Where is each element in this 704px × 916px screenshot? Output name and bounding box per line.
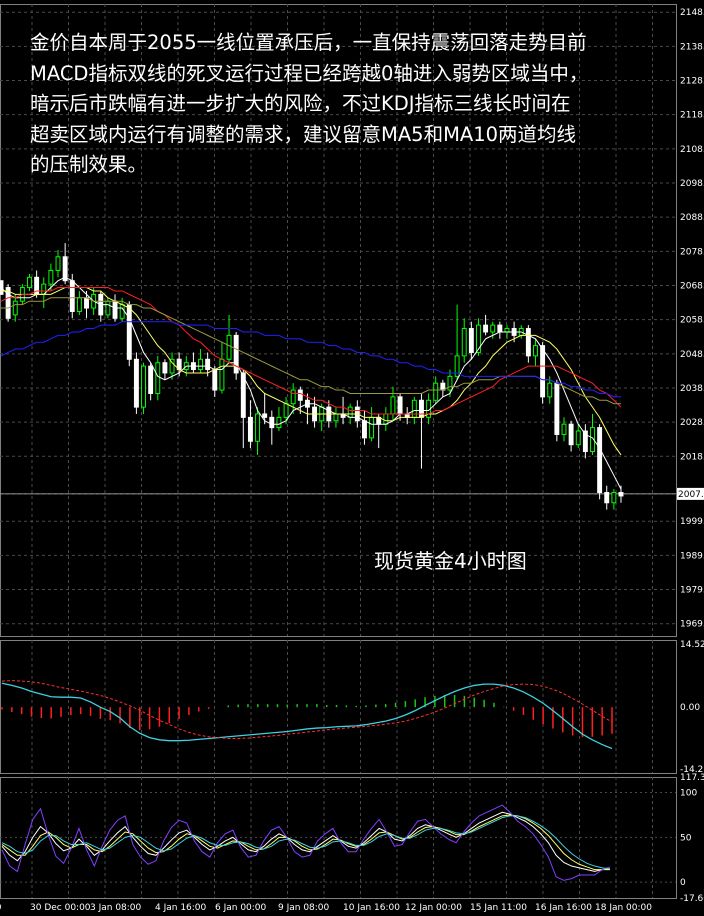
candle-body: [48, 269, 54, 285]
candle-body: [247, 416, 253, 442]
candle-body: [411, 399, 417, 418]
x-axis-tick: 30 Dec 00:00: [30, 903, 91, 913]
kdj-axis-tick: 100: [680, 789, 697, 799]
x-axis-tick: 15 Jan 11:00: [470, 903, 527, 913]
candle-body: [561, 423, 567, 435]
candle-body: [604, 492, 610, 504]
price-axis-tick: 2138.6: [680, 42, 704, 52]
candle-body: [55, 256, 61, 271]
candle-body: [333, 413, 339, 422]
candle-body: [504, 328, 510, 333]
candle-body: [490, 324, 496, 333]
candle-body: [611, 492, 617, 504]
candle-body: [112, 300, 118, 319]
price-axis-tick: 2128.6: [680, 77, 704, 87]
candle-body: [12, 300, 18, 316]
candle-body: [276, 416, 282, 429]
candle-body: [219, 358, 225, 391]
price-axis-tick: 1969.6: [680, 620, 704, 630]
x-axis-tick: 18 Jan 00:00: [595, 903, 652, 913]
x-axis-tick: 9 Jan 08:00: [278, 903, 330, 913]
candle-body: [105, 300, 111, 316]
x-axis-tick: 16 Jan 16:00: [535, 903, 592, 913]
candle-body: [361, 420, 367, 439]
candle-body: [347, 406, 353, 418]
candle-body: [205, 358, 211, 371]
candle-body: [133, 358, 139, 408]
candle-body: [269, 416, 275, 429]
candle-body: [198, 358, 203, 371]
price-axis-tick: 1999.6: [680, 517, 704, 527]
price-axis-tick: 2108.6: [680, 145, 704, 155]
candle-body: [547, 382, 553, 398]
candle-body: [461, 328, 467, 357]
analysis-comment: 金价自本周于2055一线位置承压后，一直保持震荡回落走势目前 MACD指标双线的…: [30, 31, 589, 176]
candle-body: [226, 334, 232, 360]
candle-body: [483, 324, 489, 333]
macd-axis-tick: 14.52: [680, 640, 704, 650]
x-axis-tick: 12 Jan 00:00: [405, 903, 462, 913]
price-axis-tick: 2098.6: [680, 179, 704, 189]
candle-body: [76, 297, 82, 312]
candle-body: [69, 280, 75, 312]
candle-body: [255, 413, 261, 442]
candle-body: [568, 423, 574, 446]
candle-body: [141, 365, 146, 408]
candle-body: [262, 413, 268, 418]
candle-body: [433, 382, 439, 401]
candle-body: [155, 362, 161, 394]
price-axis-tick: 2078.6: [680, 247, 704, 257]
candle-body: [383, 413, 389, 425]
candle-body: [533, 345, 538, 357]
candle-body: [447, 375, 453, 391]
x-axis-tick: 6 Jan 00:00: [215, 903, 267, 913]
price-axis-tick: 2048.6: [680, 350, 704, 360]
kdj-axis-tick: -17.66: [680, 894, 704, 904]
chart-caption: 现货黄金4小时图: [374, 549, 527, 573]
price-axis-tick: 1979.6: [680, 586, 704, 596]
candle-body: [419, 399, 424, 418]
price-axis-tick: 2018.6: [680, 452, 704, 462]
price-axis-tick: 2028.6: [680, 418, 704, 428]
price-axis-tick: 2148.6: [680, 8, 704, 18]
candle-body: [525, 328, 531, 357]
x-axis-tick: 3 Jan 08:00: [90, 903, 142, 913]
candle-body: [597, 427, 603, 494]
current-price-label: 2007.6: [678, 490, 704, 500]
candle-body: [297, 389, 303, 401]
candle-body: [212, 369, 218, 391]
candle-body: [575, 430, 581, 446]
kdj-axis-tick: 117.36: [680, 773, 704, 783]
candle-body: [540, 345, 546, 398]
candle-body: [369, 416, 375, 439]
candle-body: [404, 413, 410, 418]
candle-body: [618, 492, 624, 497]
candle-body: [497, 324, 503, 333]
macd-axis-tick: 0.00: [680, 703, 700, 713]
price-axis-tick: 2068.6: [680, 281, 704, 291]
price-axis-tick: 1989.6: [680, 551, 704, 561]
price-axis-tick: 2038.6: [680, 384, 704, 394]
candle-body: [290, 389, 296, 405]
candle-body: [397, 396, 403, 415]
candle-body: [283, 403, 289, 418]
candle-body: [468, 328, 474, 353]
candle-body: [390, 396, 396, 415]
x-axis-tick: 4 Jan 16:00: [155, 903, 207, 913]
candle-body: [84, 297, 89, 309]
kdj-axis-tick: 0: [680, 878, 686, 888]
price-axis-tick: 2088.6: [680, 213, 704, 223]
candle-body: [554, 382, 560, 435]
candle-body: [148, 365, 154, 394]
candle-body: [27, 276, 32, 289]
price-axis-tick: 2058.6: [680, 316, 704, 326]
candle-body: [119, 304, 125, 319]
kdj-axis-tick: 50: [680, 833, 692, 843]
price-axis-tick: 2118.6: [680, 111, 704, 121]
candle-body: [126, 304, 132, 360]
x-axis-tick: 10 Jan 16:00: [343, 903, 400, 913]
candle-body: [162, 362, 168, 374]
